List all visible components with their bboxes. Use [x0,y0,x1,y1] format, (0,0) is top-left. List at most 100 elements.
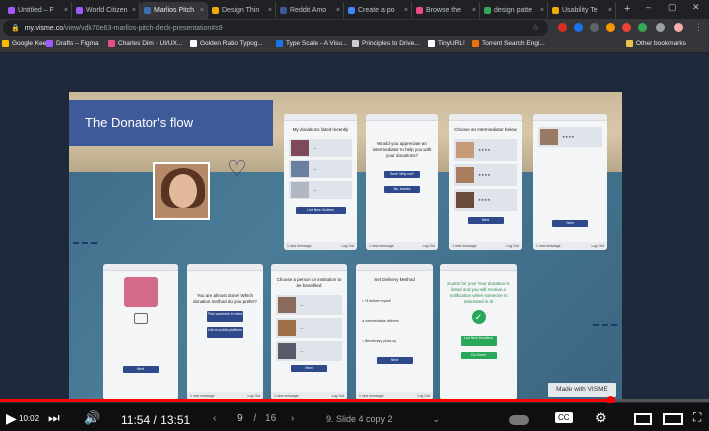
no-thanks-button[interactable]: No, thanks [384,185,420,193]
close-tab-icon[interactable]: × [540,7,544,14]
go-home-button[interactable]: Go Home [460,352,497,360]
tab-title: World Citizen [86,7,128,14]
bookmark-item[interactable]: Charles Dim · UI/UX... [108,40,182,47]
tab-favicon [552,7,559,14]
new-tab-icon[interactable]: + [624,3,630,15]
theater-mode-icon[interactable] [663,413,683,425]
bookmark-favicon [428,40,435,47]
current-time: 11:54 [121,413,151,427]
delivery-option-3[interactable]: ○ Beneficiary picks up [362,339,427,343]
close-tab-icon[interactable]: × [404,7,408,14]
menu-kebab-icon[interactable]: ⋮ [694,22,703,33]
slide-current[interactable]: 9 [237,413,243,424]
next-button[interactable]: Next [122,366,159,373]
tab-favicon [76,7,83,14]
extension-icon-4[interactable] [606,23,615,32]
camera-icon[interactable] [133,313,148,324]
list-new-clothes-button[interactable]: List New Clothes [295,206,346,214]
bookmark-favicon [2,40,9,47]
extensions-puzzle-icon[interactable] [656,23,665,32]
settings-gear-icon[interactable]: ⚙ [595,410,607,426]
browser-tab[interactable]: design patte × [480,2,548,19]
bookmark-item[interactable]: Drafts – Figma [46,40,99,47]
bookmark-item[interactable]: TinyURL! [428,40,465,47]
screen-title: Choose a person or institution to be ben… [276,277,342,288]
bookmark-favicon [352,40,359,47]
chapter-select[interactable]: 9. Slide 4 copy 2 ⌄ [326,414,440,425]
bookmark-item[interactable]: Golden Ratio Typog... [190,40,263,47]
play-icon[interactable]: ▶ [6,410,17,427]
find-someone-button[interactable]: Find someone in need [207,310,243,322]
bookmark-star-icon[interactable]: ☆ [532,23,539,32]
fullscreen-icon[interactable]: ⛶ [693,410,701,425]
screen-title: Choose an Intermediator below [454,127,517,132]
bookmark-item[interactable]: Type Scale - A Visu... [276,40,347,47]
list-new-donation-button[interactable]: List New Donation [460,336,497,347]
tab-favicon [280,7,287,14]
close-tab-icon[interactable]: × [472,7,476,14]
bookmark-label: Golden Ratio Typog... [200,40,263,47]
progress-bar[interactable] [0,396,709,405]
screen-donation-method: You are almost done! Which donation meth… [187,264,263,400]
extension-icon-6[interactable] [638,23,647,32]
next-button[interactable]: Next [552,220,588,227]
close-tab-icon[interactable]: × [200,7,204,14]
tab-favicon [416,7,423,14]
delivery-option-2[interactable]: ● Intermediator delivers [362,319,427,323]
delivery-option-1[interactable]: ○ I'll deliver myself [362,299,427,303]
screen-choose-beneficiary: Choose a person or institution to be ben… [271,264,347,400]
next-button[interactable]: Next [291,364,327,372]
url-field[interactable]: 🔒 my.visme.co/view/vdk70e63-marllos-pitc… [3,20,548,36]
miniplayer-icon[interactable] [634,413,652,425]
browser-tab[interactable]: Browse the × [412,2,480,19]
maximize-icon[interactable]: ▢ [668,2,677,13]
extension-icon-2[interactable] [574,23,583,32]
browser-tab[interactable]: Untitled – F × [4,2,72,19]
sure-button[interactable]: Sure! Why not? [384,170,420,178]
screen-title: Kudos for you! Your donation is listed a… [447,281,510,304]
check-icon: ✓ [471,310,486,325]
close-tab-icon[interactable]: × [64,7,68,14]
visme-watermark[interactable]: Made with VISME [548,383,616,397]
browser-tab[interactable]: Reddit Amo × [276,2,344,19]
other-bookmarks-label: Other bookmarks [636,40,686,47]
slide-navigator[interactable]: ‹ 9 / 16 › [213,413,294,424]
tab-favicon [8,7,15,14]
extension-icon-3[interactable] [590,23,599,32]
bookmark-label: Drafts – Figma [56,40,99,47]
browser-tab[interactable]: World Citizen × [72,2,140,19]
message-footer: 1 new message [274,394,299,398]
list-public-button[interactable]: List on public platform [207,326,243,338]
prev-slide-icon[interactable]: ‹ [213,413,216,424]
browser-tab[interactable]: Create a po × [344,2,412,19]
close-tab-icon[interactable]: × [268,7,272,14]
close-tab-icon[interactable]: × [608,7,612,14]
autoplay-toggle[interactable] [509,415,529,425]
browser-tab[interactable]: Marlios Pitch × [140,2,208,19]
bookmark-item[interactable]: Torrent Search Engi... [472,40,545,47]
close-window-icon[interactable]: ✕ [692,2,700,13]
extension-icon-5[interactable] [622,23,631,32]
extension-icon-1[interactable] [558,23,567,32]
bookmark-favicon [108,40,115,47]
tab-title: Browse the [426,7,462,14]
profile-avatar[interactable] [674,23,683,32]
next-button[interactable]: Next [467,216,504,224]
bookmark-label: TinyURL! [438,40,465,47]
next-slide-icon[interactable]: › [291,413,294,424]
close-tab-icon[interactable]: × [336,7,340,14]
url-path: /view/vdk70e63-marllos-pitch-deck-presen… [63,24,223,32]
captions-icon[interactable]: CC [555,412,573,423]
bookmark-favicon [472,40,479,47]
other-bookmarks[interactable]: Other bookmarks [626,40,686,47]
volume-icon[interactable]: 🔊 [84,410,100,426]
close-tab-icon[interactable]: × [132,7,136,14]
next-button[interactable]: Next [376,356,413,364]
browser-tab[interactable]: Usability Te × [548,2,616,19]
bookmark-favicon [46,40,53,47]
bookmark-item[interactable]: Principles to Drive... [352,40,420,47]
browser-tab[interactable]: Design Thin × [208,2,276,19]
bookmark-item[interactable]: Google Keep [2,40,50,47]
minimize-icon[interactable]: – [646,2,651,12]
next-icon[interactable]: ⏭ [48,410,60,426]
